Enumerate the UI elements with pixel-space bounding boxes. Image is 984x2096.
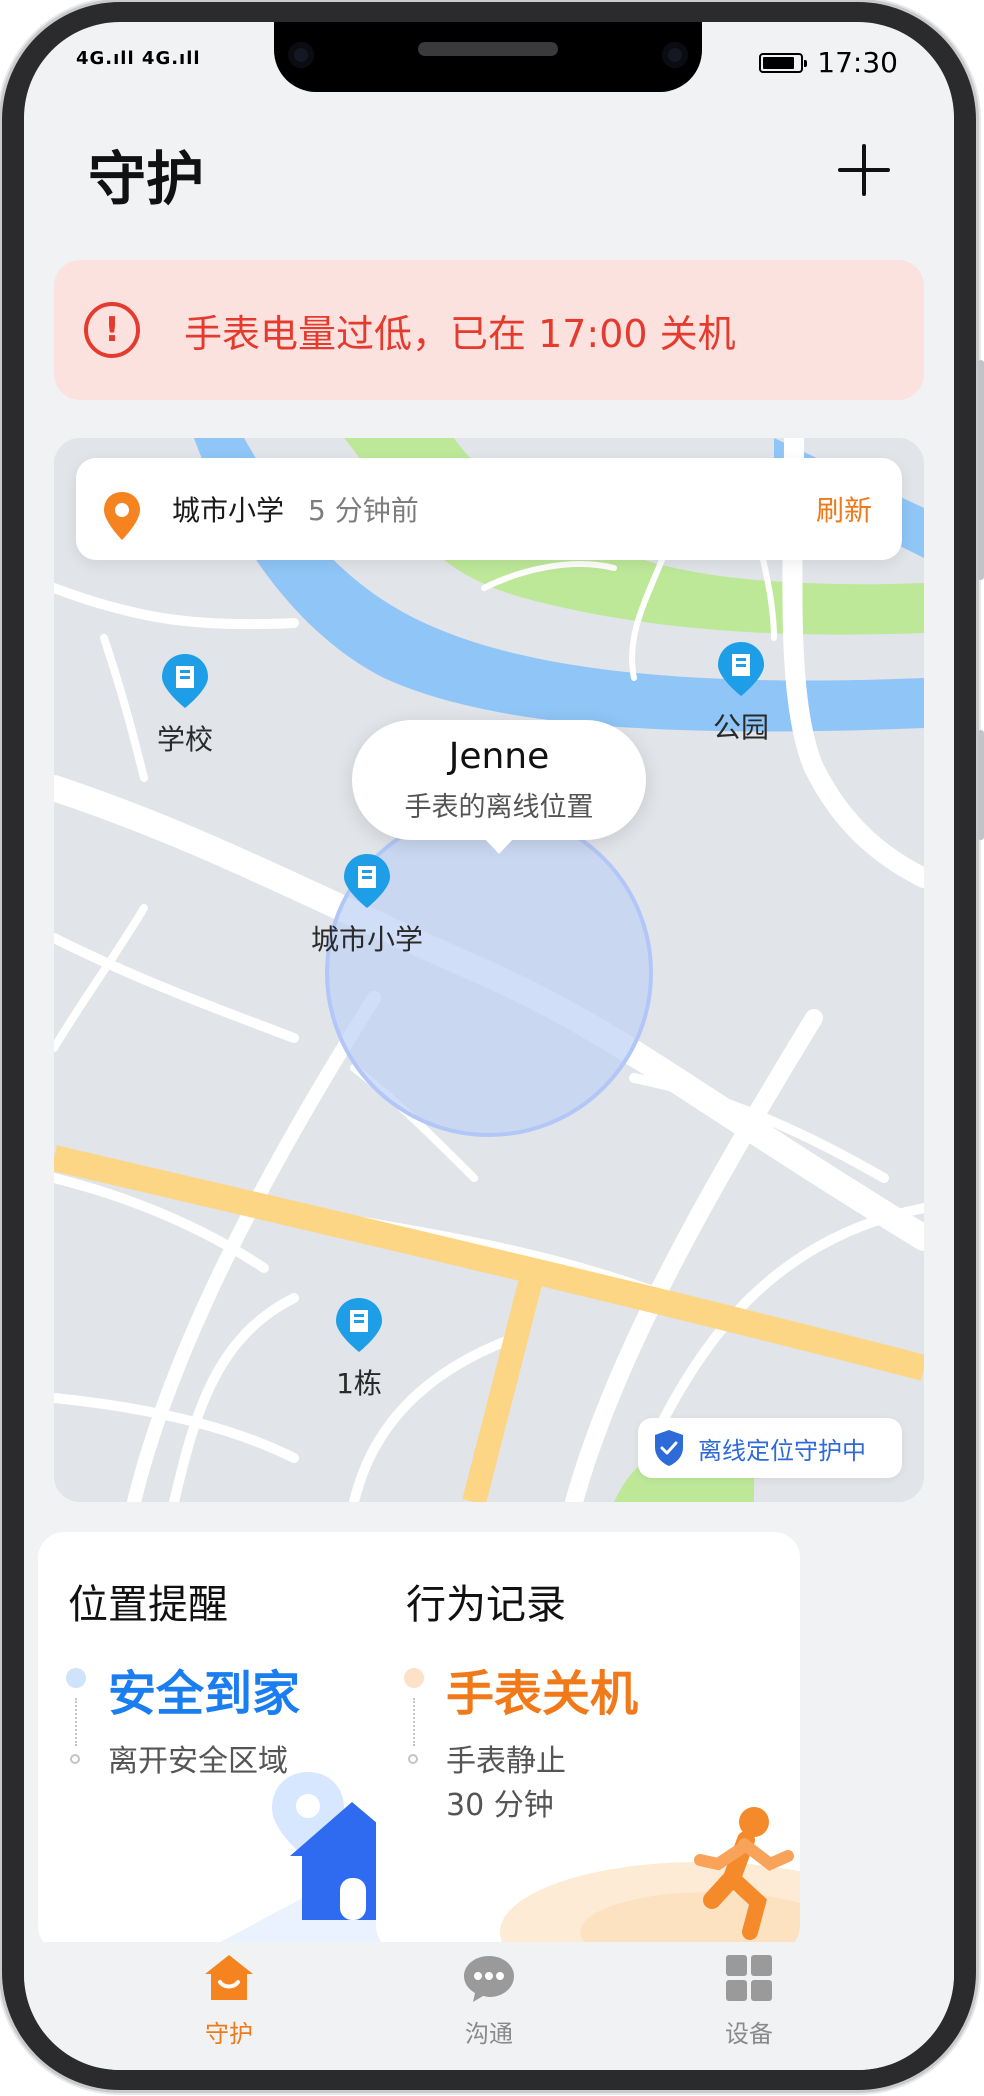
grid-icon: [726, 1955, 772, 2001]
tab-devices[interactable]: 设备: [689, 1952, 809, 2049]
card-title: 行为记录: [406, 1582, 566, 1628]
timeline-dot-current: [66, 1668, 86, 1688]
device-owner-name: Jenne: [448, 736, 550, 777]
shield-icon: [655, 1430, 683, 1466]
status-right: 17:30: [759, 46, 898, 79]
bubble-subtitle: 手表的离线位置: [404, 792, 594, 823]
poi-label: 城市小学: [310, 923, 423, 956]
poi-label: 学校: [156, 723, 213, 756]
map-card[interactable]: 城市小学 5 分钟前 刷新 学校 公园 城市小学 1栋 Jenne 手表的离线位…: [54, 438, 924, 1502]
home-icon: [205, 1955, 253, 2000]
map-view[interactable]: [54, 438, 924, 1502]
timeline-connector: [413, 1698, 415, 1746]
location-name: 城市小学: [172, 494, 285, 527]
behavior-record-card[interactable]: 行为记录 手表关机 手表静止 30 分钟: [376, 1532, 800, 1952]
timeline-dot-current: [404, 1668, 424, 1688]
poi-city-school[interactable]: 城市小学: [292, 852, 442, 958]
offline-guard-badge[interactable]: 离线定位守护中: [638, 1418, 902, 1478]
guard-badge-text: 离线定位守护中: [698, 1436, 866, 1465]
offline-location-bubble[interactable]: Jenne 手表的离线位置: [352, 720, 646, 854]
poi-label: 1栋: [336, 1367, 382, 1400]
low-battery-alert[interactable]: ! 手表电量过低，已在 17:00 关机: [54, 260, 924, 400]
building-icon: [162, 654, 208, 708]
alert-text: 手表电量过低，已在 17:00 关机: [184, 311, 736, 356]
updated-time: 5 分钟前: [308, 494, 419, 527]
power-button: [978, 730, 984, 840]
exclamation-icon: !: [84, 302, 140, 358]
card-title: 位置提醒: [68, 1582, 228, 1628]
previous-status-line1: 手表静止: [446, 1744, 566, 1779]
battery-icon: [759, 52, 808, 73]
timeline-dot-previous: [70, 1754, 80, 1764]
current-status: 安全到家: [108, 1666, 301, 1722]
front-camera-icon: [288, 42, 314, 68]
tab-communicate[interactable]: 沟通: [429, 1952, 549, 2049]
current-status: 手表关机: [446, 1666, 639, 1722]
tab-label: 设备: [725, 2020, 773, 2048]
timeline-dot-previous: [408, 1754, 418, 1764]
earpiece-speaker: [418, 42, 558, 56]
chat-icon: [464, 1956, 514, 2002]
status-clock: 17:30: [817, 46, 898, 79]
notch: [274, 22, 702, 92]
volume-button: [978, 360, 984, 580]
building-icon: [336, 1298, 382, 1352]
front-sensor-icon: [662, 42, 688, 68]
tab-label: 守护: [205, 2020, 253, 2048]
tab-guard[interactable]: 守护: [169, 1952, 289, 2049]
poi-park[interactable]: 公园: [686, 640, 796, 746]
poi-building-1[interactable]: 1栋: [304, 1296, 414, 1402]
bottom-tab-bar: 守护 沟通 设备: [24, 1942, 954, 2070]
signal-indicator: 4G.ıll 4G.ıll: [76, 48, 201, 69]
plus-icon: [838, 144, 890, 196]
poi-label: 公园: [712, 711, 769, 744]
running-illustration: [500, 1807, 800, 1952]
timeline-connector: [75, 1698, 77, 1746]
poi-school[interactable]: 学校: [130, 652, 240, 758]
tab-label: 沟通: [465, 2020, 513, 2048]
building-icon: [344, 854, 390, 908]
add-button[interactable]: [834, 140, 894, 200]
location-pin-icon: [104, 492, 140, 540]
page-title: 守护: [88, 145, 205, 213]
screen: 4G.ıll 4G.ıll 17:30 守护 ! 手表电量过低，已在 17:00…: [24, 22, 954, 2070]
building-icon: [718, 642, 764, 696]
location-bar: 城市小学 5 分钟前 刷新: [76, 458, 902, 560]
refresh-button[interactable]: 刷新: [816, 489, 872, 529]
